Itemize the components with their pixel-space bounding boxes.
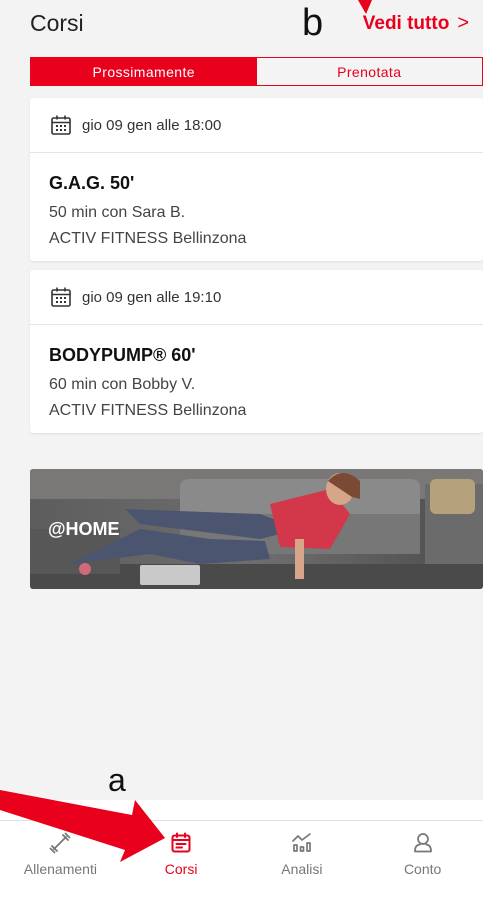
annotation-label-b: b [302,2,324,44]
course-name: G.A.G. 50' [49,173,135,193]
page-title: Corsi [30,10,84,36]
course-location: ACTIV FITNESS Bellinzona [49,402,247,419]
content-area: Corsi b Vedi tutto > Prossimamente Preno… [0,0,483,800]
course-date: gio 09 gen alle 19:10 [82,288,222,306]
header: Corsi b Vedi tutto > [0,0,483,58]
nav-item-corsi[interactable]: Corsi [121,821,242,898]
calendar-icon [51,115,71,135]
course-card[interactable]: gio 09 gen alle 18:00 G.A.G. 50' 50 min … [30,98,483,261]
nav-item-analisi[interactable]: Analisi [242,821,363,898]
tab-prenotata[interactable]: Prenotata [256,58,482,85]
nav-label: Conto [403,861,442,877]
see-all-link[interactable]: Vedi tutto > [363,12,469,35]
home-banner-label: @HOME [48,519,120,539]
dumbbell-icon [49,832,71,854]
nav-label: Allenamenti [23,861,97,877]
account-icon [413,833,432,853]
course-card[interactable]: gio 09 gen alle 19:10 BODYPUMP® 60' 60 m… [30,270,483,433]
nav-label: Analisi [281,861,323,877]
see-all-label: Vedi tutto [362,12,450,34]
course-detail: 50 min con Sara B. [49,204,186,221]
nav-item-allenamenti[interactable]: Allenamenti [0,821,121,898]
course-location: ACTIV FITNESS Bellinzona [49,230,247,247]
course-detail: 60 min con Bobby V. [49,376,196,393]
nav-label: Corsi [164,861,198,877]
course-date-row: gio 09 gen alle 19:10 [30,270,483,325]
annotation-label-a: a [108,762,126,798]
tab-prossimamente[interactable]: Prossimamente [31,58,257,85]
calendar-icon [171,832,191,853]
nav-item-conto[interactable]: Conto [362,821,483,898]
course-tabs: Prossimamente Prenotata [30,57,483,86]
calendar-icon [51,287,71,307]
course-date-row: gio 09 gen alle 18:00 [30,98,483,153]
bottom-navigation: Allenamenti Corsi Analisi Conto [0,820,483,898]
chevron-right-icon: > [457,12,469,34]
course-name: BODYPUMP® 60' [49,345,196,365]
home-banner[interactable]: @HOME [30,469,483,589]
course-date: gio 09 gen alle 18:00 [82,116,222,134]
chart-icon [292,833,311,852]
